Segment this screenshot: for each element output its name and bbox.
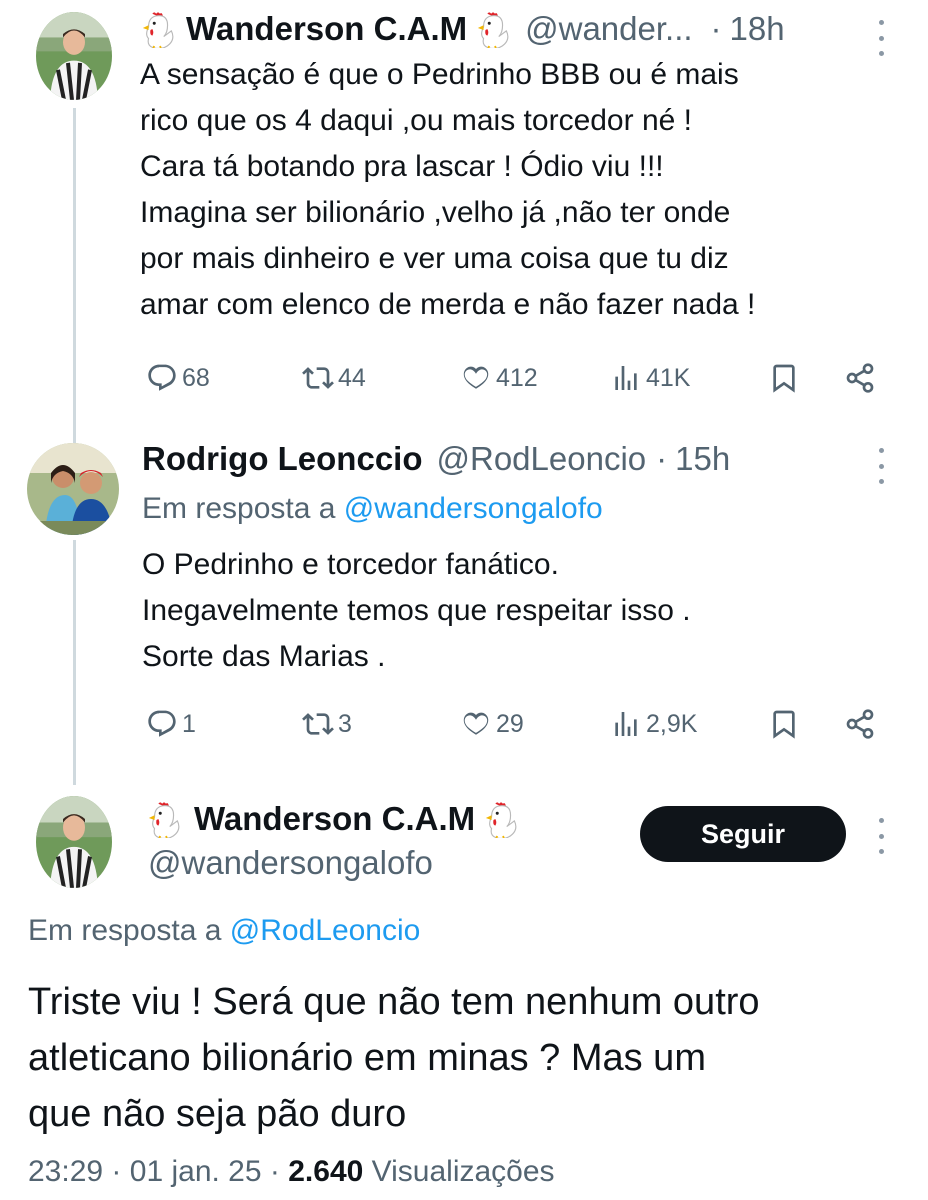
retweet-count: 44 — [338, 363, 366, 392]
views-count: 41K — [646, 363, 691, 392]
separator-dot: · — [656, 440, 668, 477]
tweet-text: Triste viu ! Será que não tem nenhum out… — [28, 974, 760, 1142]
tweet-header: Wanderson C.A.M — [146, 800, 521, 838]
retweet-button[interactable]: 44 — [302, 354, 366, 402]
bar-chart-icon — [610, 362, 642, 394]
tweet-text: A sensação é que o Pedrinho BBB ou é mai… — [140, 52, 755, 328]
tweet-text-line: amar com elenco de merda e não fazer nad… — [140, 288, 756, 321]
author-handle[interactable]: @wandersongalofo — [148, 844, 433, 882]
tweet-text-line: O Pedrinho e torcedor fanático. — [142, 548, 559, 581]
author-handle[interactable]: @wander... — [525, 10, 692, 48]
tweet-text-line: Cara tá botando pra lascar ! Ódio viu !!… — [140, 150, 664, 183]
tweet-time[interactable]: 18h — [730, 10, 785, 48]
reply-prefix: Em resposta a — [28, 914, 222, 947]
retweet-icon — [302, 362, 334, 394]
tweet-header: Wanderson C.A.M @wander... · 18h — [140, 10, 785, 48]
action-bar: 1 3 29 2,9K — [0, 700, 928, 748]
separator-dot: · — [710, 10, 722, 47]
author-name[interactable]: Wanderson C.A.M — [186, 10, 467, 48]
tweet-text-line: Sorte das Marias . — [142, 640, 386, 673]
like-button[interactable]: 412 — [460, 354, 538, 402]
reply-count: 68 — [182, 363, 210, 392]
tweet-text-line: Imagina ser bilionário ,velho já ,não te… — [140, 196, 731, 229]
bookmark-button[interactable] — [768, 700, 804, 748]
retweet-icon — [302, 708, 334, 740]
retweet-button[interactable]: 3 — [302, 700, 352, 748]
bar-chart-icon — [610, 708, 642, 740]
author-handle-row: @wandersongalofo — [148, 844, 433, 882]
bookmark-icon — [768, 708, 800, 740]
separator-dot: · — [111, 1155, 122, 1188]
heart-icon — [460, 708, 492, 740]
retweet-count: 3 — [338, 709, 352, 738]
rooster-emoji-icon — [483, 800, 521, 838]
author-name[interactable]: Rodrigo Leonccio — [142, 440, 423, 478]
tweet-header: Rodrigo Leonccio @RodLeoncio · 15h — [142, 440, 730, 478]
like-button[interactable]: 29 — [460, 700, 524, 748]
bookmark-button[interactable] — [768, 354, 804, 402]
tweet-meta: 23:29 · 01 jan. 25 · 2.640 Visualizações — [28, 1155, 555, 1189]
reply-context: Em resposta a @RodLeoncio — [28, 914, 420, 948]
tweet-text-line: Triste viu ! Será que não tem nenhum out… — [28, 981, 760, 1023]
reply-button[interactable]: 1 — [146, 700, 196, 748]
rooster-emoji-icon — [140, 10, 178, 48]
tweet-time[interactable]: 15h — [675, 440, 730, 478]
separator-dot: · — [269, 1155, 280, 1188]
speech-bubble-icon — [146, 362, 178, 394]
tweet-date[interactable]: 01 jan. 25 — [130, 1155, 262, 1188]
heart-icon — [460, 362, 492, 394]
more-options-icon[interactable] — [876, 20, 886, 56]
views-label: Visualizações — [371, 1155, 555, 1188]
tweet-text-line: rico que os 4 daqui ,ou mais torcedor né… — [140, 104, 692, 137]
author-handle[interactable]: @RodLeoncio — [437, 440, 647, 478]
action-bar: 68 44 412 41K — [0, 354, 928, 402]
rooster-emoji-icon — [146, 800, 184, 838]
tweet-text: O Pedrinho e torcedor fanático. Inegavel… — [142, 542, 691, 680]
avatar[interactable] — [27, 443, 119, 535]
tweet-text-line: por mais dinheiro e ver uma coisa que tu… — [140, 242, 729, 275]
bookmark-icon — [768, 362, 800, 394]
speech-bubble-icon — [146, 708, 178, 740]
tweet-text-line: A sensação é que o Pedrinho BBB ou é mai… — [140, 58, 739, 91]
rooster-emoji-icon — [475, 10, 513, 48]
tweet-text-line: que não seja pão duro — [28, 1093, 407, 1135]
reply-handle-link[interactable]: @RodLeoncio — [230, 914, 421, 947]
like-count: 29 — [496, 709, 524, 738]
follow-button[interactable]: Seguir — [640, 806, 846, 862]
reply-handle-link[interactable]: @wandersongalofo — [344, 492, 603, 525]
reply-button[interactable]: 68 — [146, 354, 210, 402]
more-options-icon[interactable] — [876, 448, 886, 484]
share-icon — [844, 708, 876, 740]
reply-count: 1 — [182, 709, 196, 738]
views-count: 2.640 — [288, 1155, 364, 1188]
tweet-text-line: Inegavelmente temos que respeitar isso . — [142, 594, 691, 627]
like-count: 412 — [496, 363, 538, 392]
tweet-text-line: atleticano bilionário em minas ? Mas um — [28, 1037, 706, 1079]
share-button[interactable] — [844, 700, 880, 748]
avatar[interactable] — [36, 12, 112, 100]
share-icon — [844, 362, 876, 394]
more-options-icon[interactable] — [876, 818, 886, 854]
views-button[interactable]: 2,9K — [610, 700, 697, 748]
reply-prefix: Em resposta a — [142, 492, 336, 525]
reply-context: Em resposta a @wandersongalofo — [142, 492, 603, 526]
thread-line — [73, 540, 76, 785]
author-name[interactable]: Wanderson C.A.M — [194, 800, 475, 838]
tweet-time[interactable]: 23:29 — [28, 1155, 103, 1188]
share-button[interactable] — [844, 354, 880, 402]
views-count: 2,9K — [646, 709, 698, 738]
views-button[interactable]: 41K — [610, 354, 690, 402]
avatar[interactable] — [36, 796, 112, 888]
